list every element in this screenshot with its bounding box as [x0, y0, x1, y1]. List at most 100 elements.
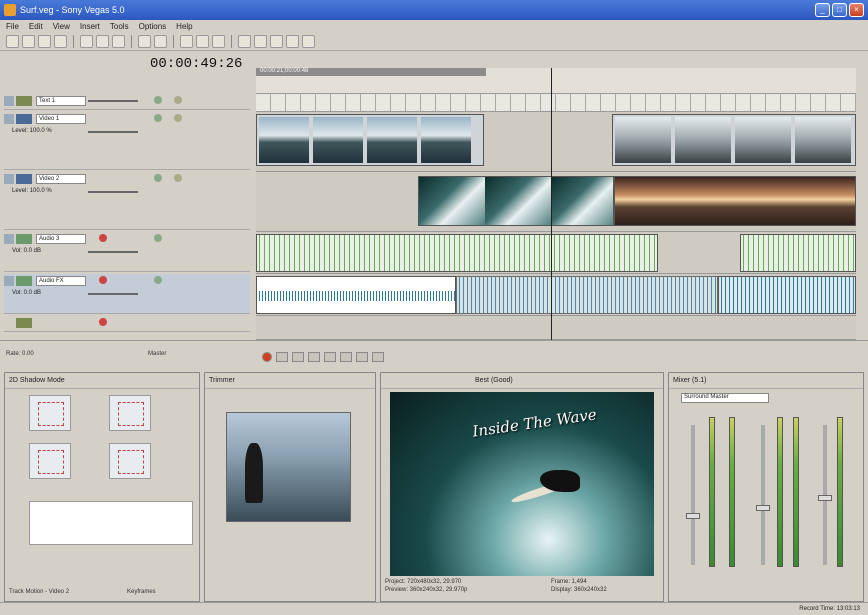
menu-help[interactable]: Help [176, 22, 192, 31]
record-arm-icon[interactable] [99, 276, 107, 284]
video-clip[interactable] [612, 114, 856, 166]
playhead-cursor[interactable] [551, 68, 552, 348]
close-button[interactable]: × [849, 3, 864, 17]
audio-clip[interactable] [718, 276, 856, 314]
keyframe-preview[interactable] [109, 443, 151, 479]
save-icon[interactable] [38, 35, 51, 48]
track-header-video1[interactable]: Video 1 Level: 100.0 % [4, 112, 250, 170]
undo-icon[interactable] [138, 35, 151, 48]
video1-lane[interactable] [256, 112, 856, 172]
loop-region-bar[interactable]: 00:00:21;00:00:48 [256, 68, 486, 76]
trimmer-preview[interactable] [226, 412, 351, 522]
video-clip[interactable] [256, 114, 484, 166]
track-name[interactable]: Video 2 [36, 174, 86, 184]
menu-insert[interactable]: Insert [80, 22, 100, 31]
maximize-button[interactable]: □ [832, 3, 847, 17]
track-name[interactable]: Text 1 [36, 96, 86, 106]
solo-icon[interactable] [174, 96, 182, 104]
menu-file[interactable]: File [6, 22, 19, 31]
menu-edit[interactable]: Edit [29, 22, 43, 31]
keyframe-timeline[interactable] [29, 501, 193, 545]
zoom-tool-icon[interactable] [212, 35, 225, 48]
track-name[interactable]: Video 1 [36, 114, 86, 124]
copy-icon[interactable] [96, 35, 109, 48]
track-motion-mode[interactable]: 2D Shadow Mode [9, 377, 65, 384]
video-preview[interactable]: Inside The Wave [390, 392, 654, 576]
bus-lane[interactable] [256, 316, 856, 340]
paste-icon[interactable] [112, 35, 125, 48]
timeline-area[interactable] [256, 94, 856, 340]
track-header-bus[interactable] [4, 316, 250, 332]
fader-knob[interactable] [686, 513, 700, 519]
panel-title: Best (Good) [381, 373, 663, 389]
audio-clip[interactable] [740, 234, 856, 272]
snap-icon[interactable] [238, 35, 251, 48]
minimize-button[interactable]: _ [815, 3, 830, 17]
mute-icon[interactable] [154, 114, 162, 122]
fader-knob[interactable] [818, 495, 832, 501]
record-button[interactable] [262, 352, 272, 362]
track-header-audio3[interactable]: Audio 3 Vol: 0.0 dB [4, 232, 250, 272]
volume-slider[interactable] [88, 251, 138, 253]
record-arm-icon[interactable] [99, 318, 107, 326]
menu-tools[interactable]: Tools [110, 22, 129, 31]
solo-icon[interactable] [174, 174, 182, 182]
loop-button[interactable] [276, 352, 288, 362]
mute-icon[interactable] [154, 234, 162, 242]
composite-level-slider[interactable] [88, 100, 138, 102]
cut-icon[interactable] [80, 35, 93, 48]
track-name[interactable]: Audio 3 [36, 234, 86, 244]
autoripple-icon[interactable] [254, 35, 267, 48]
track-vol-label: Vol: 0.0 dB [12, 248, 42, 254]
fader-knob[interactable] [756, 505, 770, 511]
window-title: Surf.veg - Sony Vegas 5.0 [20, 5, 125, 15]
envelope-tool-icon[interactable] [196, 35, 209, 48]
keyframe-preview[interactable] [29, 443, 71, 479]
go-to-end-button[interactable] [372, 352, 384, 362]
keyframe-preview[interactable] [109, 395, 151, 431]
play-button[interactable] [308, 352, 320, 362]
track-name[interactable]: Audio FX [36, 276, 86, 286]
render-icon[interactable] [54, 35, 67, 48]
menu-view[interactable]: View [53, 22, 70, 31]
track-header-audiofx[interactable]: Audio FX Vol: 0.0 dB [4, 274, 250, 314]
keyframes-tab[interactable]: Keyframes [127, 589, 156, 595]
project-info: Project: 720x480x32, 29.970 [385, 579, 462, 585]
mute-icon[interactable] [154, 276, 162, 284]
solo-icon[interactable] [174, 114, 182, 122]
video2-lane[interactable] [256, 172, 856, 232]
play-from-start-button[interactable] [292, 352, 304, 362]
redo-icon[interactable] [154, 35, 167, 48]
video-clip[interactable] [418, 176, 614, 226]
audio-clip[interactable] [256, 276, 456, 314]
open-icon[interactable] [22, 35, 35, 48]
audio-clip[interactable] [256, 234, 658, 272]
pause-button[interactable] [324, 352, 336, 362]
new-icon[interactable] [6, 35, 19, 48]
go-to-start-button[interactable] [356, 352, 368, 362]
video-clip[interactable] [614, 176, 856, 226]
text-lane[interactable] [256, 94, 856, 112]
preview-quality[interactable]: Best (Good) [475, 377, 513, 384]
ignore-grouping-icon[interactable] [286, 35, 299, 48]
output-device-field[interactable]: Surround Master [681, 393, 769, 403]
track-header-text1[interactable]: Text 1 [4, 94, 250, 110]
track-number [4, 174, 14, 184]
stop-button[interactable] [340, 352, 352, 362]
menu-options[interactable]: Options [139, 22, 167, 31]
level-slider[interactable] [88, 131, 138, 133]
record-arm-icon[interactable] [99, 234, 107, 242]
edit-tool-icon[interactable] [180, 35, 193, 48]
audiofx-lane[interactable] [256, 274, 856, 316]
volume-slider[interactable] [88, 293, 138, 295]
level-slider[interactable] [88, 191, 138, 193]
keyframe-preview[interactable] [29, 395, 71, 431]
mute-icon[interactable] [154, 174, 162, 182]
lock-icon[interactable] [270, 35, 283, 48]
audio3-lane[interactable] [256, 232, 856, 274]
track-number [4, 96, 14, 106]
properties-icon[interactable] [302, 35, 315, 48]
mute-icon[interactable] [154, 96, 162, 104]
audio-clip[interactable] [456, 276, 718, 314]
track-header-video2[interactable]: Video 2 Level: 100.0 % [4, 172, 250, 230]
